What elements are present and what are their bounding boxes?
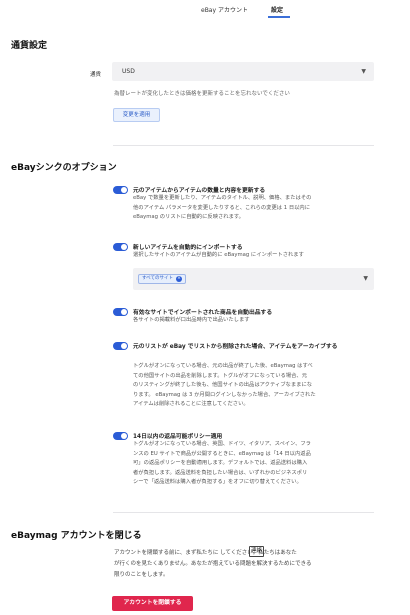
- top-tabs: eBay アカウント 設定: [0, 0, 410, 20]
- option-desc-update-quantity: eBay で数量を更新したり、アイテムのタイトル、説明、価格、またはその 他のア…: [133, 195, 312, 221]
- option-title-archive-items: 元のリストが eBay でリストから削除された場合、アイテムをアーカイブする: [133, 344, 338, 350]
- option-title-update-quantity: 元のアイテムからアイテムの数量と内容を更新する: [133, 188, 266, 194]
- toggle-return-policy[interactable]: [113, 432, 128, 440]
- close-icon[interactable]: ×: [176, 276, 183, 282]
- toggle-archive-items[interactable]: [113, 342, 128, 350]
- site-multiselect[interactable]: すべてのサイト × ▼: [133, 268, 374, 290]
- close-account-description: アカウントを閉鎖する前に、まず私たちに してください。私たちはあなた が行くのを…: [114, 550, 312, 578]
- currency-select-value: USD: [122, 68, 135, 75]
- option-title-auto-import: 新しいアイテムを自動的にインポートする: [133, 245, 243, 251]
- currency-section-title: 通貨設定: [11, 41, 48, 51]
- site-chip-label: すべてのサイト: [142, 276, 174, 281]
- currency-label: 通貨: [90, 72, 102, 78]
- section-divider: [113, 512, 374, 513]
- close-section-title: eBaymag アカウントを閉じる: [11, 531, 142, 541]
- apply-changes-button[interactable]: 変更を適用: [113, 108, 160, 122]
- currency-hint: 為替レートが変化したときは価格を更新することを忘れないでください: [114, 91, 290, 97]
- toggle-auto-list[interactable]: [113, 308, 128, 316]
- contact-link[interactable]: 連絡: [249, 546, 264, 557]
- tab-settings[interactable]: 設定: [271, 5, 283, 14]
- close-account-button[interactable]: アカウントを閉鎖する: [112, 596, 193, 611]
- site-chip: すべてのサイト ×: [138, 274, 187, 284]
- active-tab-indicator: [268, 16, 290, 18]
- chevron-down-icon: ▼: [363, 275, 368, 282]
- option-desc-return-policy: トグルがオンになっている場合、英国、ドイツ、イタリア、スペイン、フラ ンスの E…: [133, 441, 311, 486]
- currency-select[interactable]: USD ▼: [112, 62, 374, 81]
- toggle-auto-import[interactable]: [113, 243, 128, 251]
- section-divider: [113, 145, 374, 146]
- option-desc-archive-items: トグルがオンになっている場合、元の出品が終了した後、eBaymag はすべ ての…: [133, 363, 316, 408]
- toggle-update-quantity[interactable]: [113, 186, 128, 194]
- option-title-auto-list: 有効なサイトでインポートされた商品を自動出品する: [133, 310, 273, 316]
- tab-ebay-account[interactable]: eBay アカウント: [201, 5, 248, 14]
- sync-section-title: eBayシンクのオプション: [11, 163, 117, 173]
- option-title-return-policy: 14日以内の返品可能ポリシー適用: [133, 434, 223, 440]
- option-desc-auto-import: 選択したサイトのアイテムが自動的に eBaymag にインポートされます: [133, 252, 304, 258]
- chevron-down-icon: ▼: [361, 68, 366, 75]
- option-desc-auto-list: 各サイトの掲載料が口出品時内で出品いたします: [133, 317, 250, 323]
